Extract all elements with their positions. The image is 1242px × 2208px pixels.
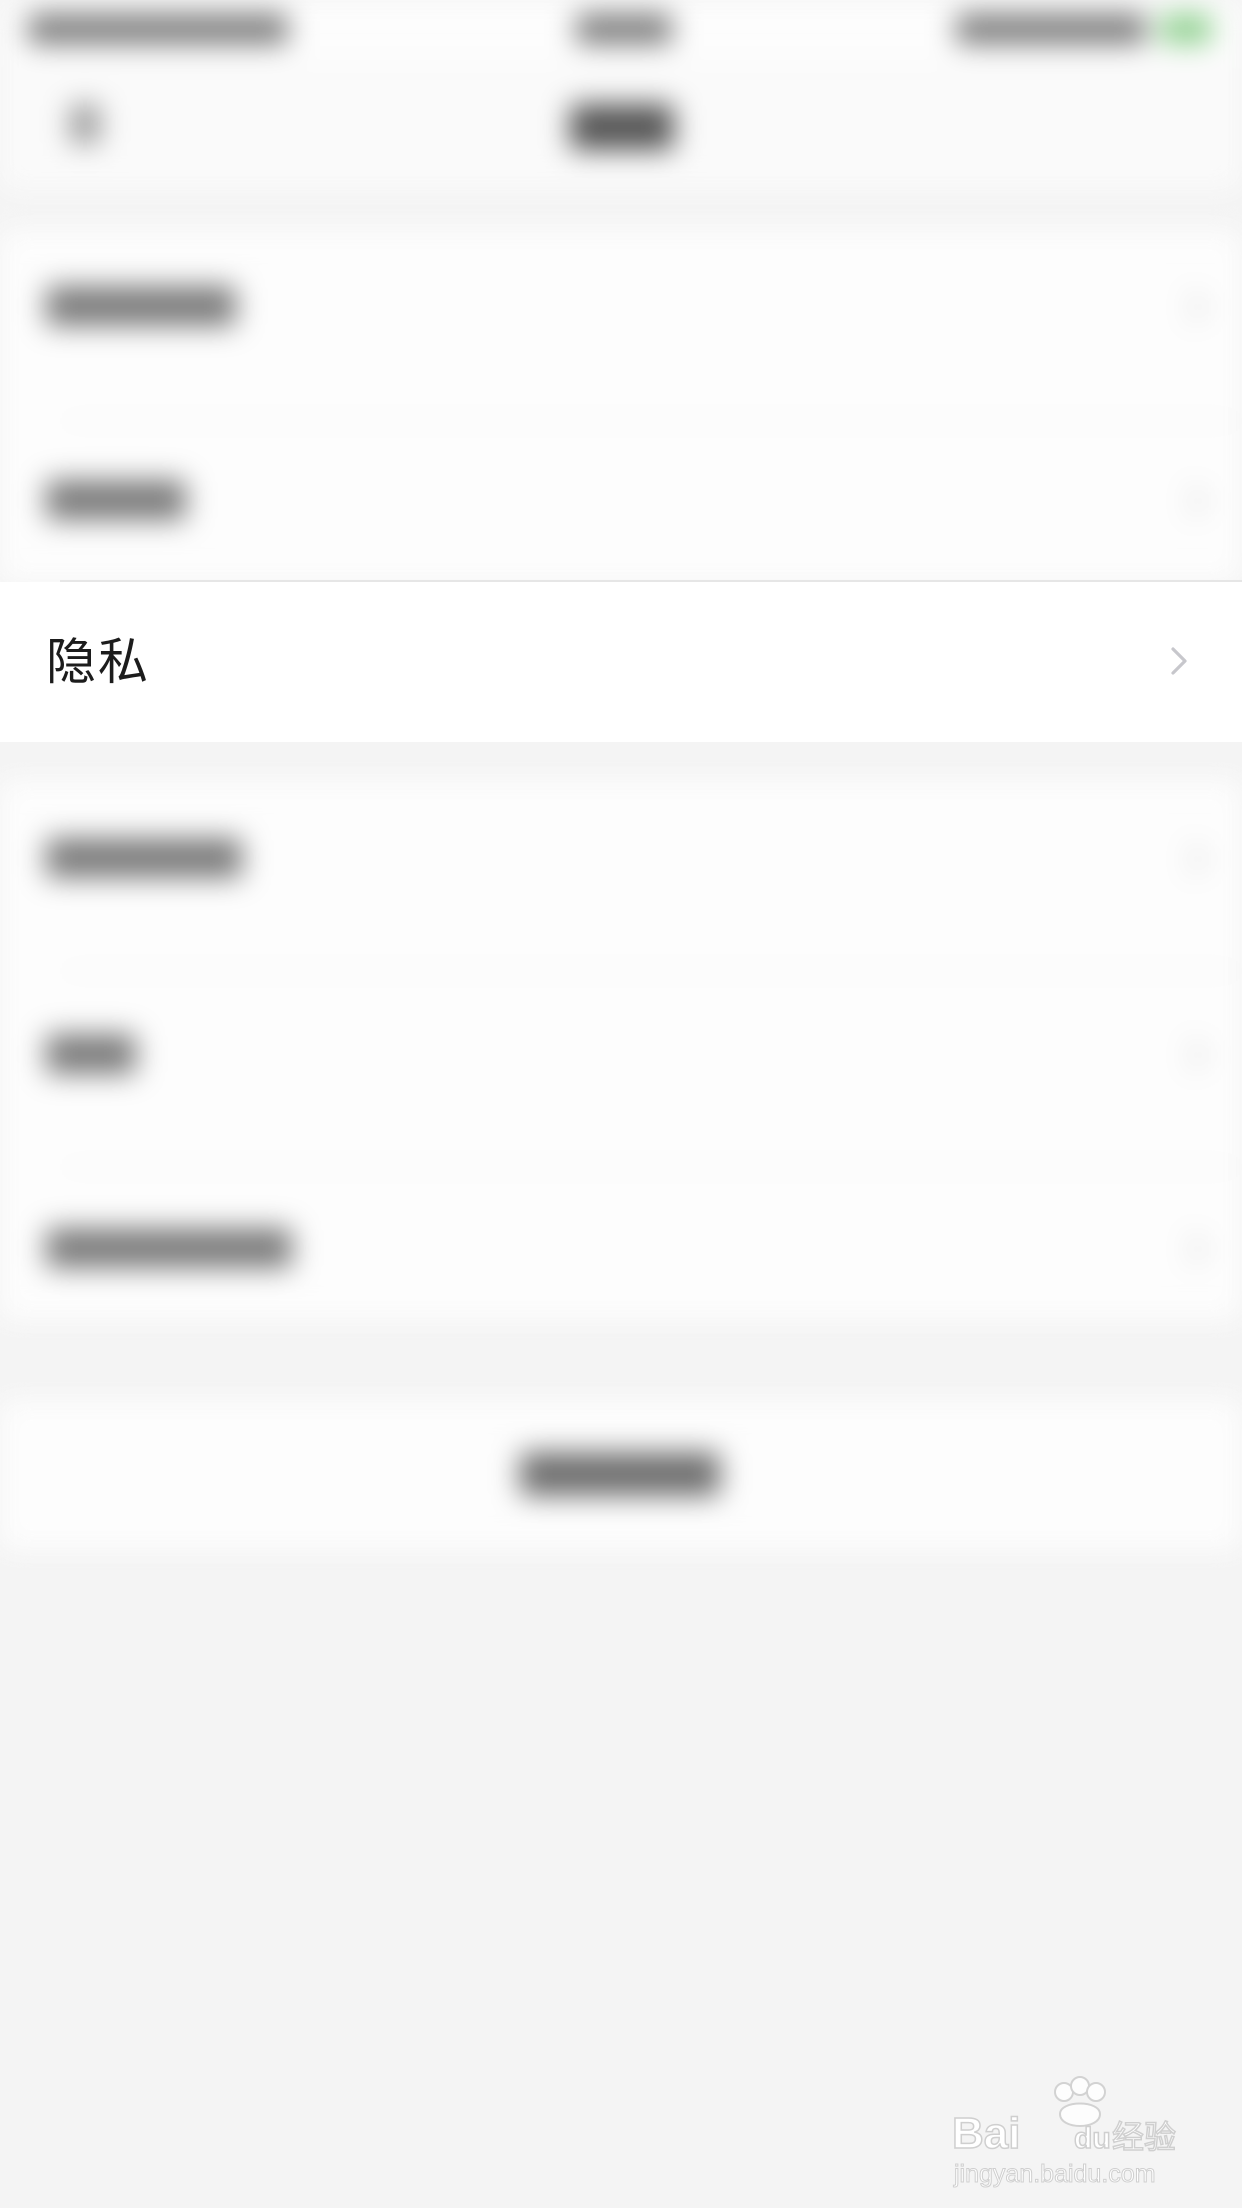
settings-row-1-label (46, 286, 236, 326)
status-bar-time (576, 14, 672, 44)
privacy-label: 隐私 (46, 633, 150, 691)
back-icon (70, 104, 100, 144)
settings-screen: 隐私 Bai du 经验 jingyan.baidu.com (0, 0, 1242, 2208)
settings-row-3-label (46, 838, 242, 878)
settings-group-1 (0, 230, 1242, 582)
row-divider (60, 1166, 1242, 1168)
nav-title (570, 104, 674, 150)
baidu-jingyan-watermark: Bai du 经验 jingyan.baidu.com (952, 2076, 1177, 2189)
row-divider (60, 420, 1242, 422)
chevron-right-icon (1171, 647, 1187, 675)
centered-action-label (520, 1452, 720, 1496)
svg-text:经验: 经验 (1112, 2118, 1176, 2156)
settings-row-4-label (46, 1034, 136, 1074)
settings-row-5-label (46, 1228, 292, 1268)
battery-icon (1160, 14, 1212, 44)
status-bar-carrier (28, 14, 288, 44)
blurred-background (0, 0, 1242, 1600)
svg-text:du: du (1074, 2122, 1111, 2155)
settings-row-privacy[interactable]: 隐私 (0, 582, 1242, 742)
row-divider (60, 970, 1242, 972)
svg-text:jingyan.baidu.com: jingyan.baidu.com (953, 2160, 1156, 2188)
status-bar-battery (956, 14, 1146, 44)
svg-text:Bai: Bai (952, 2109, 1020, 2158)
settings-row-2-label (46, 480, 186, 520)
